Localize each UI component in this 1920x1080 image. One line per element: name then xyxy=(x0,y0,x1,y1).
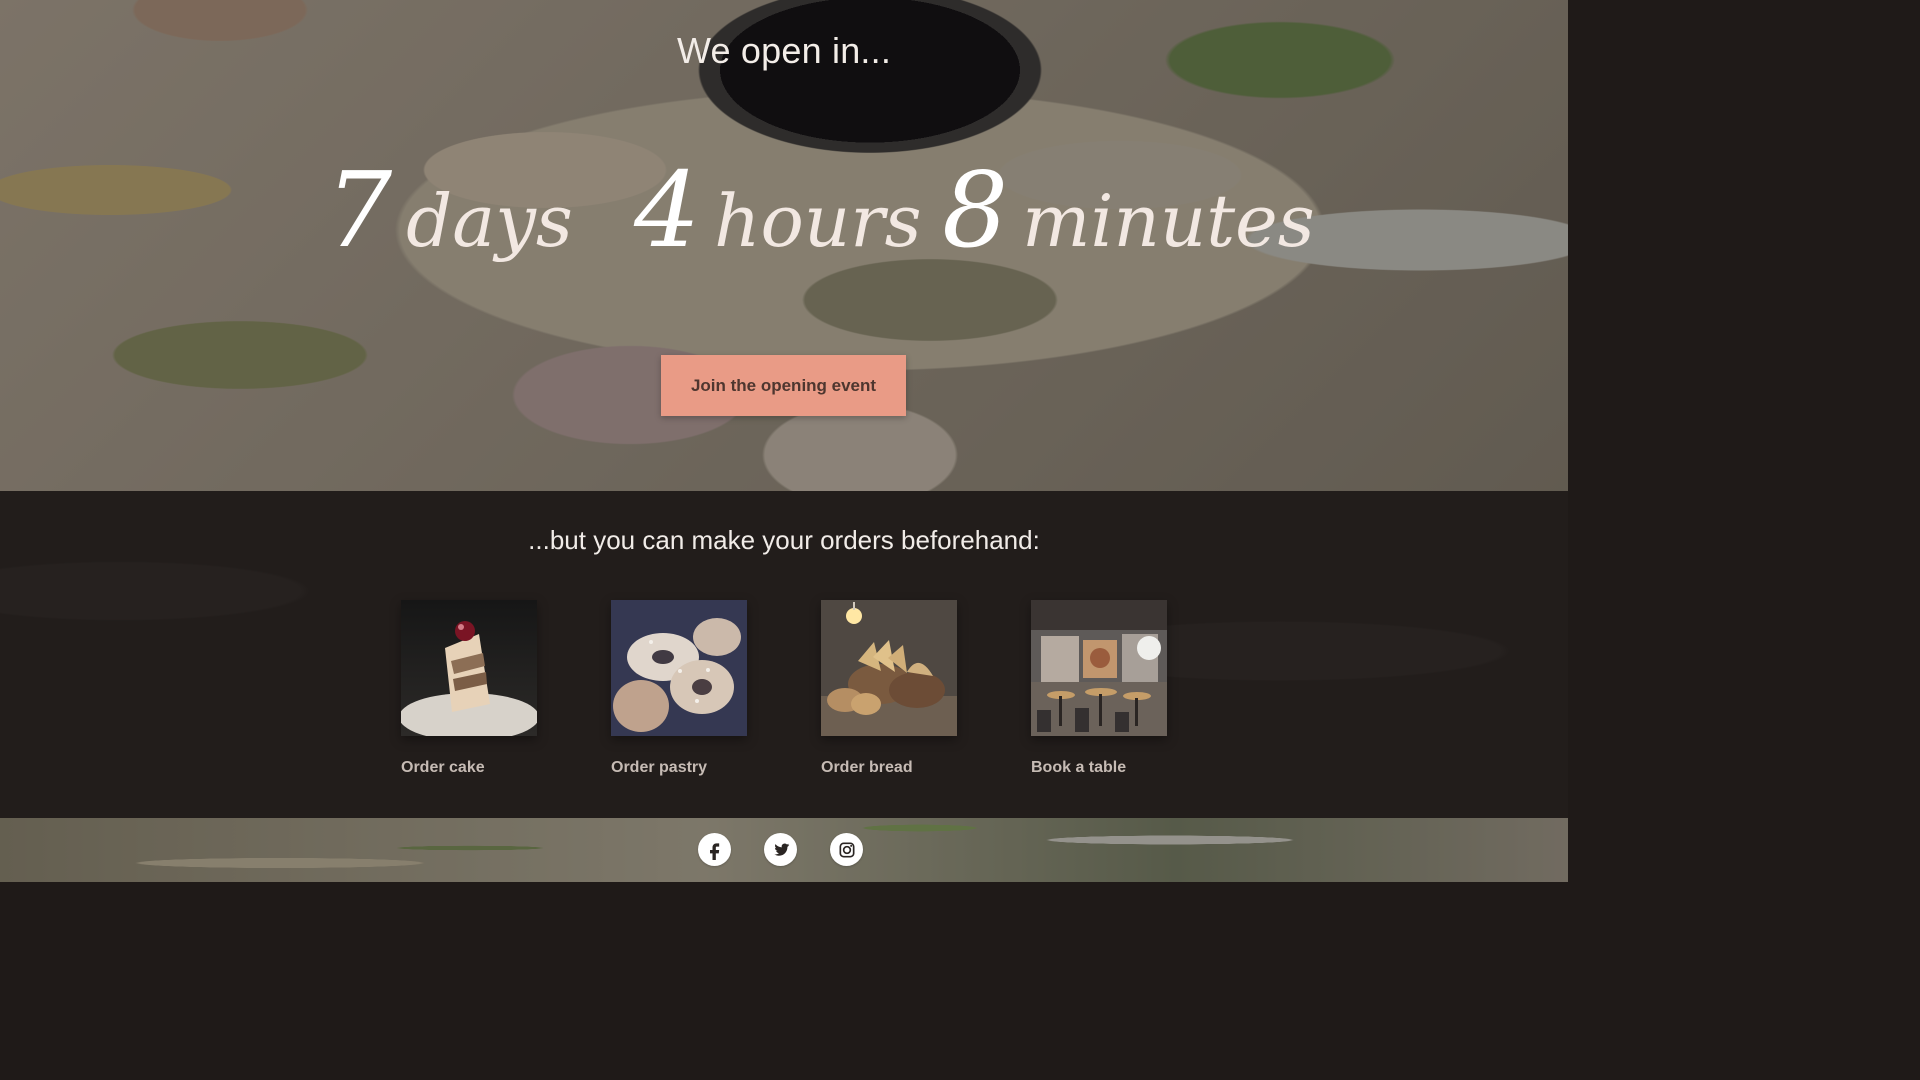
social-links xyxy=(698,833,863,866)
pastry-illustration xyxy=(611,600,747,736)
facebook-link[interactable] xyxy=(698,833,731,866)
order-pastry-card[interactable]: Order pastry xyxy=(611,600,747,777)
cake-illustration xyxy=(401,600,537,736)
order-bread-card[interactable]: Order bread xyxy=(821,600,957,777)
bread-image[interactable] xyxy=(821,600,957,736)
order-cake-card[interactable]: Order cake xyxy=(401,600,537,777)
footer xyxy=(0,818,1568,882)
book-table-label[interactable]: Book a table xyxy=(1031,759,1167,777)
order-bread-label[interactable]: Order bread xyxy=(821,759,957,777)
bread-illustration xyxy=(821,600,957,736)
hero-content: We open in... 7 days 4 hours 8 minutes J… xyxy=(0,0,1568,491)
restaurant-illustration xyxy=(1031,600,1167,736)
order-pastry-label[interactable]: Order pastry xyxy=(611,759,747,777)
restaurant-image[interactable] xyxy=(1031,600,1167,736)
hero-subtitle: We open in... xyxy=(676,30,892,71)
instagram-icon xyxy=(837,840,857,860)
page-root: We open in... 7 days 4 hours 8 minutes J… xyxy=(0,0,1568,882)
join-opening-event-button[interactable]: Join the opening event xyxy=(661,355,906,416)
countdown-hours: 4 hours xyxy=(634,158,922,262)
countdown-days: 7 days xyxy=(326,158,573,262)
twitter-link[interactable] xyxy=(764,833,797,866)
twitter-icon xyxy=(771,840,791,860)
orders-title: ...but you can make your orders beforeha… xyxy=(528,525,1040,555)
countdown-days-unit: days xyxy=(406,179,573,263)
hero-section: We open in... 7 days 4 hours 8 minutes J… xyxy=(0,0,1568,491)
countdown: 7 days 4 hours 8 minutes xyxy=(0,158,1568,278)
facebook-icon xyxy=(705,840,725,860)
countdown-minutes-unit: minutes xyxy=(1022,179,1315,263)
countdown-minutes-value: 8 xyxy=(942,149,1009,271)
countdown-minutes: 8 minutes xyxy=(942,158,1315,262)
pastry-image[interactable] xyxy=(611,600,747,736)
order-cake-label[interactable]: Order cake xyxy=(401,759,537,777)
instagram-link[interactable] xyxy=(830,833,863,866)
countdown-days-value: 7 xyxy=(326,149,393,271)
countdown-hours-value: 4 xyxy=(634,149,701,271)
cake-image[interactable] xyxy=(401,600,537,736)
orders-section: ...but you can make your orders beforeha… xyxy=(0,491,1568,818)
book-table-card[interactable]: Book a table xyxy=(1031,600,1167,777)
countdown-hours-unit: hours xyxy=(714,179,922,263)
